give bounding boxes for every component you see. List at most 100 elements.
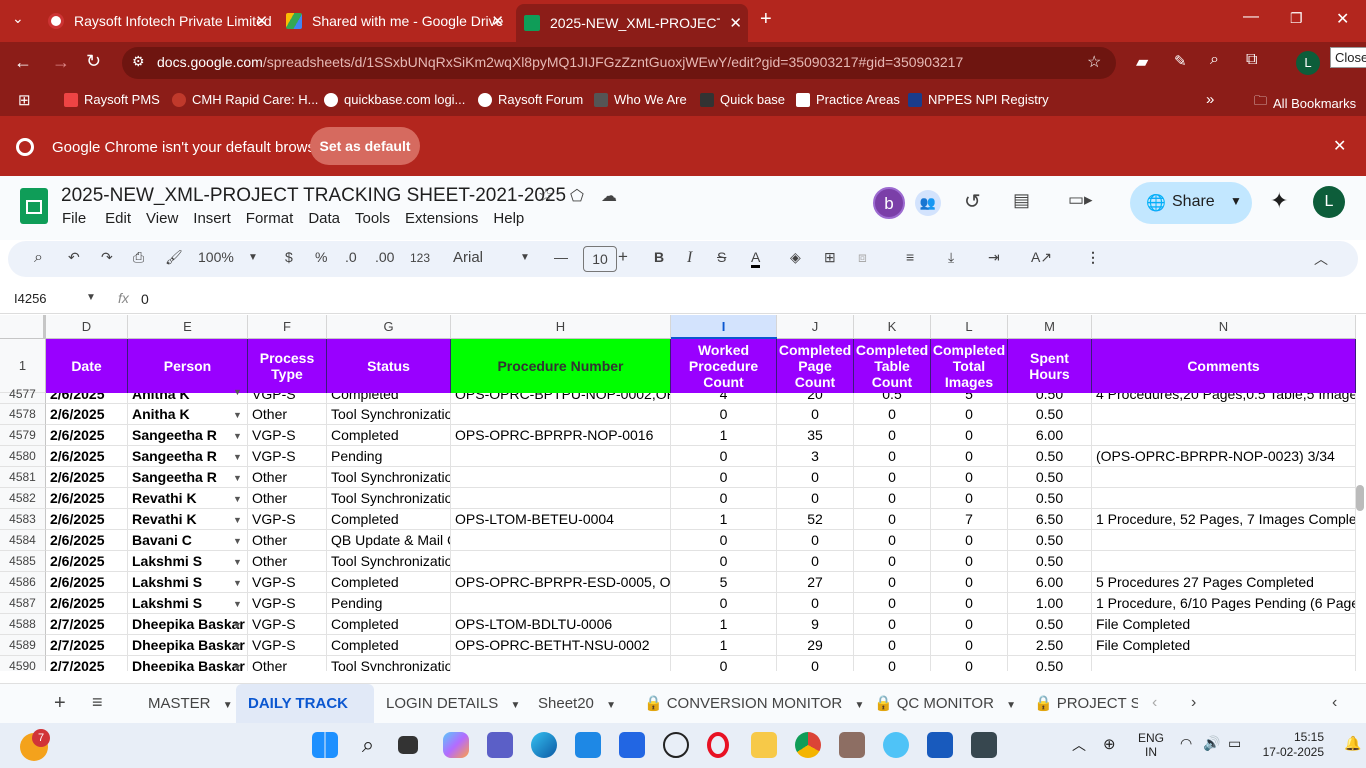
cell-date[interactable]: 2/6/2025 bbox=[46, 551, 128, 572]
cell-completed-table-count[interactable]: 0 bbox=[854, 530, 931, 551]
column-header-e[interactable]: E bbox=[128, 315, 248, 339]
cell-process-type[interactable]: Other bbox=[248, 488, 327, 509]
cell-status[interactable]: Tool Synchronization bbox=[327, 656, 451, 671]
tray-overflow-icon[interactable]: ︿ bbox=[1072, 735, 1086, 755]
file-explorer-icon[interactable] bbox=[751, 732, 777, 758]
cell-date[interactable]: 2/6/2025 bbox=[46, 425, 128, 446]
set-as-default-button[interactable]: Set as default bbox=[310, 127, 420, 165]
column-header-n[interactable]: N bbox=[1092, 315, 1356, 339]
store-icon[interactable] bbox=[575, 732, 601, 758]
text-color-icon[interactable]: A bbox=[751, 249, 761, 268]
person-dropdown-icon[interactable]: ▼ bbox=[233, 452, 242, 462]
header-process-type[interactable]: Process Type bbox=[248, 339, 327, 393]
cell-completed-total-images[interactable]: 7 bbox=[931, 509, 1008, 530]
cell-spent-hours[interactable]: 0.50 bbox=[1008, 488, 1092, 509]
scroll-tabs-right-icon[interactable]: › bbox=[1191, 694, 1196, 712]
text-wrapping-icon[interactable]: ⇥ bbox=[988, 249, 1000, 266]
header-worked-procedure-count[interactable]: Worked Procedure Count bbox=[671, 339, 777, 393]
cell-person[interactable]: Dheepika Baskar bbox=[128, 656, 248, 671]
vertical-align-icon[interactable]: ⤓ bbox=[948, 249, 954, 266]
cell-comments[interactable]: File Completed bbox=[1092, 614, 1356, 635]
bookmark-quick-base[interactable]: Quick base bbox=[700, 92, 785, 107]
decrease-font-size-icon[interactable]: — bbox=[554, 249, 568, 265]
browser-tab-sheet[interactable]: 2025-NEW_XML-PROJECT TRAC ✕ bbox=[516, 4, 748, 42]
app-icon[interactable] bbox=[839, 732, 865, 758]
menu-view[interactable]: View bbox=[146, 210, 178, 227]
column-header-d[interactable]: D bbox=[46, 315, 128, 339]
more-bookmarks-icon[interactable]: » bbox=[1206, 91, 1214, 108]
cell-completed-table-count[interactable]: 0 bbox=[854, 614, 931, 635]
cell-comments[interactable]: (OPS-OPRC-BPRPR-NOP-0023) 3/34 bbox=[1092, 446, 1356, 467]
battery-icon[interactable]: ▭ bbox=[1228, 735, 1241, 752]
document-title[interactable]: 2025-NEW_XML-PROJECT TRACKING SHEET-2021… bbox=[61, 185, 566, 207]
row-header[interactable]: 4578 bbox=[0, 404, 46, 425]
cell-person[interactable]: Lakshmi S bbox=[128, 572, 248, 593]
cell-process-type[interactable]: VGP-S bbox=[248, 593, 327, 614]
cell-comments[interactable] bbox=[1092, 656, 1356, 671]
cell-completed-page-count[interactable]: 27 bbox=[777, 572, 854, 593]
row-header[interactable]: 4589 bbox=[0, 635, 46, 656]
cell-completed-table-count[interactable]: 0 bbox=[854, 404, 931, 425]
zoom-select[interactable]: 100% bbox=[198, 249, 234, 265]
person-dropdown-icon[interactable]: ▼ bbox=[233, 557, 242, 567]
cell-date[interactable]: 2/7/2025 bbox=[46, 635, 128, 656]
chrome-icon[interactable] bbox=[795, 732, 821, 758]
search-menus-icon[interactable]: ⌕ bbox=[34, 249, 43, 267]
person-dropdown-icon[interactable]: ▼ bbox=[233, 473, 242, 483]
cell-date[interactable]: 2/6/2025 bbox=[46, 393, 128, 404]
cell-process-type[interactable]: Other bbox=[248, 656, 327, 671]
cell-person[interactable]: Sangeetha R bbox=[128, 446, 248, 467]
bookmark-practice-areas[interactable]: Practice Areas bbox=[796, 92, 900, 107]
cell-process-type[interactable]: Other bbox=[248, 551, 327, 572]
cell-worked-procedure-count[interactable]: 1 bbox=[671, 509, 777, 530]
cell-comments[interactable] bbox=[1092, 404, 1356, 425]
font-select[interactable]: Arial bbox=[453, 249, 483, 266]
apps-grid-icon[interactable]: ⊞ bbox=[18, 91, 31, 109]
reload-icon[interactable]: ↻ bbox=[86, 51, 101, 72]
font-size-input[interactable]: 10 bbox=[583, 246, 617, 272]
cell-date[interactable]: 2/7/2025 bbox=[46, 614, 128, 635]
cell-procedure-number[interactable]: OPS-LTOM-BDLTU-0006 bbox=[451, 614, 671, 635]
windows-start-icon[interactable] bbox=[312, 732, 338, 758]
header-person[interactable]: Person bbox=[128, 339, 248, 393]
dell-icon[interactable] bbox=[663, 732, 689, 758]
cell-procedure-number[interactable] bbox=[451, 656, 671, 671]
teams-icon[interactable] bbox=[487, 732, 513, 758]
meet-icon[interactable]: ▭▸ bbox=[1068, 190, 1093, 210]
sheet-tab-sheet20[interactable]: Sheet20 ▼ bbox=[526, 684, 628, 724]
row-header[interactable]: 4577 bbox=[0, 388, 46, 404]
collaborator-avatar[interactable]: b bbox=[873, 187, 905, 219]
cell-worked-procedure-count[interactable]: 1 bbox=[671, 635, 777, 656]
cell-date[interactable]: 2/6/2025 bbox=[46, 530, 128, 551]
header-status[interactable]: Status bbox=[327, 339, 451, 393]
cell-spent-hours[interactable]: 0.50 bbox=[1008, 404, 1092, 425]
person-dropdown-icon[interactable]: ▼ bbox=[233, 431, 242, 441]
cell-procedure-number[interactable] bbox=[451, 551, 671, 572]
cell-status[interactable]: QB Update & Mail Check bbox=[327, 530, 451, 551]
person-dropdown-icon[interactable]: ▼ bbox=[233, 536, 242, 546]
cell-comments[interactable] bbox=[1092, 425, 1356, 446]
cell-completed-page-count[interactable]: 9 bbox=[777, 614, 854, 635]
cell-process-type[interactable]: Other bbox=[248, 467, 327, 488]
person-dropdown-icon[interactable]: ▼ bbox=[233, 620, 242, 630]
cell-completed-page-count[interactable]: 29 bbox=[777, 635, 854, 656]
cell-completed-table-count[interactable]: 0 bbox=[854, 551, 931, 572]
hide-menus-chevron-icon[interactable]: ︿ bbox=[1314, 249, 1328, 269]
header-completed-table-count[interactable]: Completed Table Count bbox=[854, 339, 931, 393]
cell-person[interactable]: Sangeetha R bbox=[128, 425, 248, 446]
cell-procedure-number[interactable]: OPS-LTOM-BETEU-0004 bbox=[451, 509, 671, 530]
cell-completed-page-count[interactable]: 0 bbox=[777, 551, 854, 572]
row-header[interactable]: 4582 bbox=[0, 488, 46, 509]
cell-date[interactable]: 2/6/2025 bbox=[46, 446, 128, 467]
row-header[interactable]: 4581 bbox=[0, 467, 46, 488]
cell-worked-procedure-count[interactable]: 0 bbox=[671, 551, 777, 572]
cell-status[interactable]: Tool Synchronization bbox=[327, 551, 451, 572]
text-rotation-icon[interactable]: A↗ bbox=[1031, 249, 1052, 266]
weather-widget-icon[interactable]: 7 bbox=[20, 729, 50, 761]
cell-completed-total-images[interactable]: 0 bbox=[931, 425, 1008, 446]
cell-completed-total-images[interactable]: 0 bbox=[931, 656, 1008, 671]
cell-completed-page-count[interactable]: 0 bbox=[777, 404, 854, 425]
comments-icon[interactable]: ▤ bbox=[1013, 190, 1030, 211]
notifications-bell-icon[interactable]: 🔔 bbox=[1344, 735, 1361, 752]
zoom-icon[interactable]: ⌕ bbox=[1210, 51, 1219, 69]
